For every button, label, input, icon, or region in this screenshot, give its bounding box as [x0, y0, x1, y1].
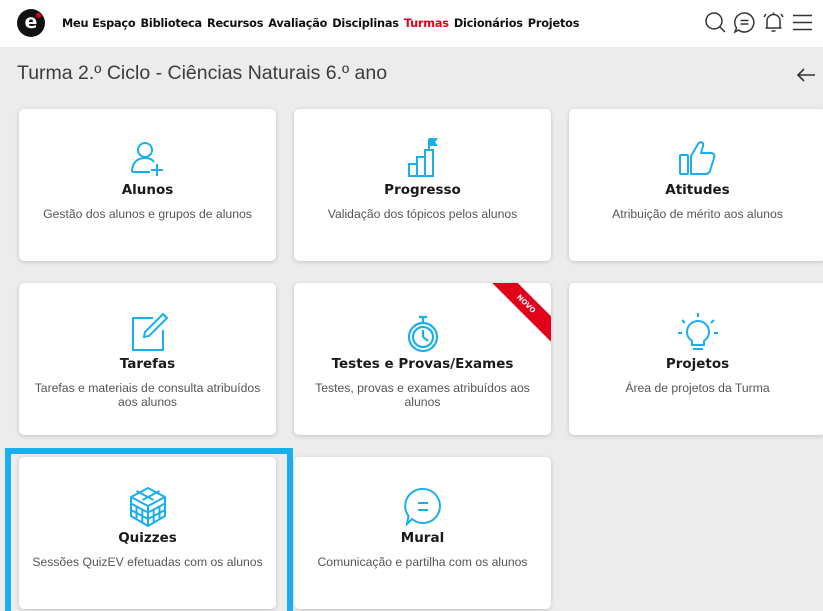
card-mural[interactable]: Mural Comunicação e partilha com os alun… — [294, 457, 551, 609]
cube-icon — [123, 482, 173, 532]
card-title: Mural — [400, 530, 445, 546]
stopwatch-icon — [398, 308, 448, 358]
card-description: Tarefas e materiais de consulta atribuíd… — [34, 381, 261, 409]
search-icon[interactable] — [703, 10, 728, 35]
nav-item-biblioteca[interactable]: Biblioteca — [141, 17, 203, 30]
card-description: Área de projetos da Turma — [625, 381, 770, 395]
logo[interactable]: e — [17, 9, 45, 37]
card-alunos[interactable]: Alunos Gestão dos alunos e grupos de alu… — [19, 109, 276, 261]
card-description: Sessões QuizEV efetuadas com os alunos — [32, 555, 263, 569]
chat-icon[interactable] — [732, 10, 757, 35]
logo-letter: e — [24, 11, 38, 33]
speech-bubble-icon — [398, 482, 448, 532]
card-testes[interactable]: NOVO Testes e Provas/Exames Testes, prov… — [294, 283, 551, 435]
card-title: Atitudes — [665, 182, 730, 198]
lightbulb-icon — [673, 308, 723, 358]
card-description: Comunicação e partilha com os alunos — [317, 555, 528, 569]
new-ribbon: NOVO — [487, 283, 551, 343]
menu-icon[interactable] — [790, 10, 815, 35]
logo-dot — [36, 13, 41, 18]
card-quizzes[interactable]: Quizzes Sessões QuizEV efetuadas com os … — [19, 457, 276, 609]
add-user-icon — [123, 134, 173, 184]
nav-item-projetos[interactable]: Projetos — [528, 17, 580, 30]
main-nav: Meu Espaço Biblioteca Recursos Avaliação… — [62, 0, 579, 47]
card-title: Progresso — [384, 182, 461, 198]
card-title: Projetos — [665, 356, 730, 372]
back-button[interactable] — [795, 64, 817, 86]
thumbs-up-icon — [673, 134, 723, 184]
edit-icon — [123, 308, 173, 358]
progress-chart-icon — [398, 134, 448, 184]
page-title: Turma 2.º Ciclo - Ciências Naturais 6.º … — [17, 62, 388, 84]
card-title: Alunos — [121, 182, 174, 198]
nav-item-dicionarios[interactable]: Dicionários — [454, 17, 523, 30]
nav-item-recursos[interactable]: Recursos — [207, 17, 263, 30]
card-description: Atribuição de mérito aos alunos — [612, 207, 783, 221]
nav-item-disciplinas[interactable]: Disciplinas — [332, 17, 399, 30]
nav-item-meu-espaco[interactable]: Meu Espaço — [62, 17, 136, 30]
card-tarefas[interactable]: Tarefas Tarefas e materiais de consulta … — [19, 283, 276, 435]
card-description: Gestão dos alunos e grupos de alunos — [43, 207, 252, 221]
card-projetos[interactable]: Projetos Área de projetos da Turma — [569, 283, 823, 435]
card-atitudes[interactable]: Atitudes Atribuição de mérito aos alunos — [569, 109, 823, 261]
nav-item-turmas[interactable]: Turmas — [404, 17, 449, 30]
bell-icon[interactable] — [761, 10, 786, 35]
card-description: Validação dos tópicos pelos alunos — [327, 207, 518, 221]
card-description: Testes, provas e exames atribuídos aos a… — [315, 381, 530, 409]
top-bar: e Meu Espaço Biblioteca Recursos Avaliaç… — [0, 0, 823, 47]
card-title: Testes e Provas/Exames — [331, 356, 514, 372]
nav-item-avaliacao[interactable]: Avaliação — [268, 17, 327, 30]
header-icons — [703, 10, 815, 35]
card-title: Quizzes — [118, 530, 177, 546]
card-progresso[interactable]: Progresso Validação dos tópicos pelos al… — [294, 109, 551, 261]
card-title: Tarefas — [119, 356, 176, 372]
arrow-left-icon — [796, 68, 815, 82]
